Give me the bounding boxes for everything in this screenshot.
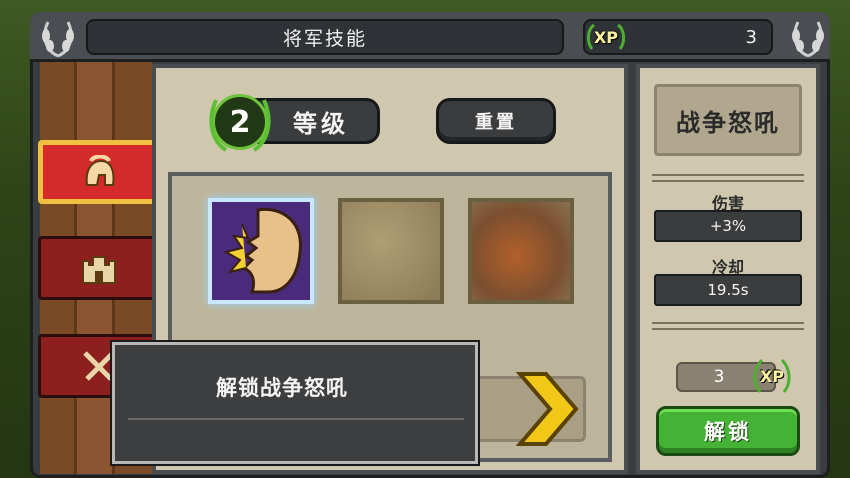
tooltip-text: 解锁战争怒吼 xyxy=(128,356,464,420)
laurel-left-icon xyxy=(42,21,74,58)
skill-name: 战争怒吼 xyxy=(654,84,802,156)
damage-value: +3% xyxy=(654,210,802,242)
tab-general-helmet[interactable] xyxy=(38,140,168,204)
spartan-helmet-icon xyxy=(85,155,115,186)
rope-divider xyxy=(652,174,804,182)
rope-divider xyxy=(652,322,804,330)
tab-castle[interactable] xyxy=(38,236,168,300)
reset-button[interactable]: 重置 xyxy=(436,98,556,144)
skill-slot-locked-2[interactable] xyxy=(338,198,444,304)
castle-icon xyxy=(82,256,116,284)
cooldown-value: 19.5s xyxy=(654,274,802,306)
unlock-button[interactable]: 解锁 xyxy=(656,406,800,456)
skill-slot-war-cry[interactable] xyxy=(208,198,314,304)
cost-xp-badge: XP xyxy=(759,366,785,386)
war-cry-icon xyxy=(223,207,302,294)
xp-badge: XP xyxy=(593,27,619,47)
page-title: 将军技能 xyxy=(86,19,564,55)
xp-value: 3 xyxy=(745,27,757,48)
laurel-right-icon xyxy=(792,21,824,58)
next-arrow-icon[interactable] xyxy=(514,368,582,450)
skill-slot-locked-3[interactable] xyxy=(468,198,574,304)
level-number: 2 xyxy=(212,94,268,150)
